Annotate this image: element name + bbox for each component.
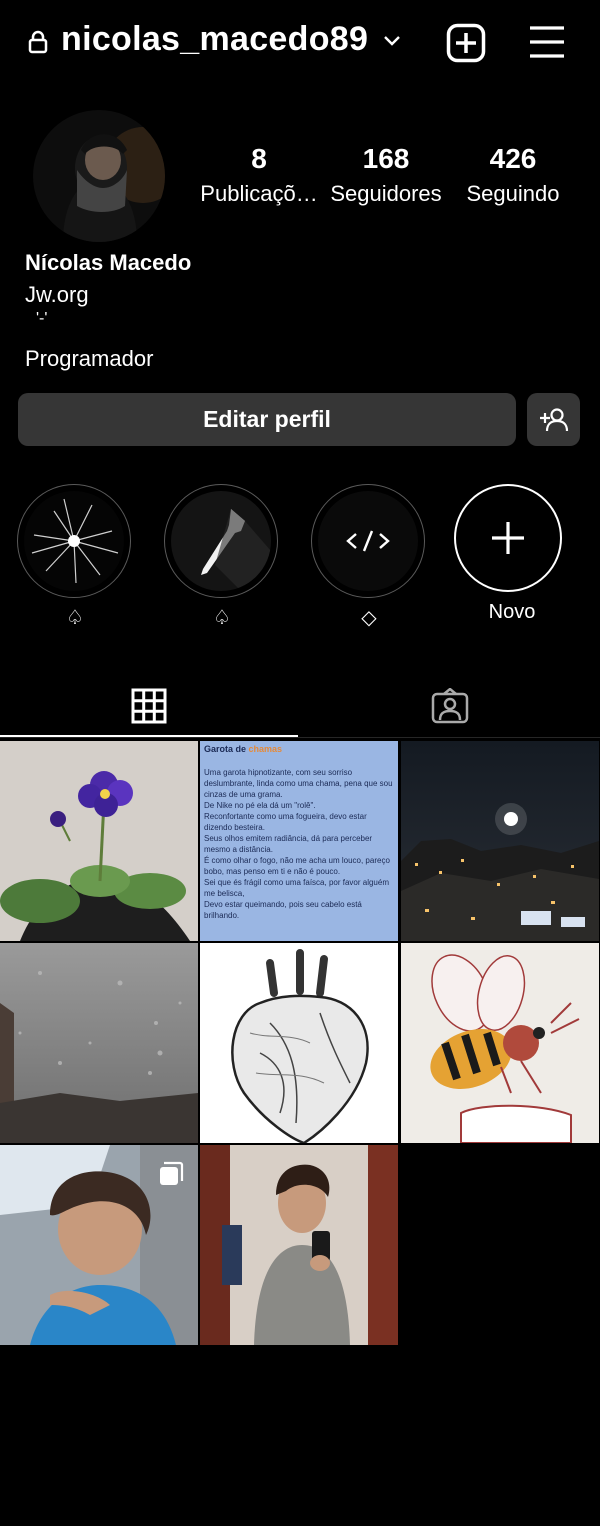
poem-line: Sei que és frágil como uma faísca, por f… (204, 878, 389, 898)
multi-post-icon (158, 1161, 184, 1192)
post-bee-drawing[interactable] (401, 943, 599, 1143)
profile-occupation: Programador (25, 346, 154, 371)
highlight-1-caption: ♤ (66, 607, 84, 629)
edit-profile-button[interactable]: Editar perfil (18, 393, 516, 446)
post-poem[interactable]: Garota de chamas Uma garota hipnotizante… (200, 741, 398, 941)
post-rain-window[interactable] (0, 943, 198, 1143)
add-person-icon (539, 407, 568, 431)
chevron-down-icon[interactable] (382, 32, 402, 50)
profile-website[interactable]: Jw.org (25, 282, 89, 308)
profile-name: Nícolas Macedo (25, 250, 192, 275)
plus-square-icon (446, 23, 486, 63)
pen-nib-thumb (171, 491, 271, 591)
menu-button[interactable] (528, 24, 566, 60)
stat-following[interactable]: 426 Seguindo (460, 143, 566, 207)
lock-icon (28, 30, 48, 54)
code-tag-thumb (318, 491, 418, 591)
create-post-button[interactable] (446, 23, 486, 63)
highlight-3-caption: ◇ (361, 607, 377, 629)
highlight-3[interactable]: ◇ (311, 484, 427, 630)
following-count: 426 (489, 143, 537, 174)
hamburger-menu-icon (530, 26, 564, 58)
tab-grid[interactable] (0, 676, 298, 736)
tab-divider (0, 737, 600, 738)
grid-icon (131, 688, 167, 724)
post-selfie-car[interactable] (0, 1145, 198, 1345)
post-night-city[interactable] (401, 741, 599, 941)
post-mirror-selfie[interactable] (200, 1145, 398, 1345)
posts-label: Publicaçõ… (200, 181, 318, 206)
bio-emoticon: '-' (36, 310, 48, 327)
highlight-2[interactable]: ♤ (164, 484, 280, 630)
highlight-1[interactable]: ♤ (17, 484, 133, 630)
poem-line: Uma garota hipnotizante, com seu sorriso… (204, 768, 393, 799)
tagged-person-icon (431, 688, 469, 724)
new-highlight-button[interactable]: Novo (454, 484, 570, 624)
discover-people-button[interactable] (527, 393, 580, 446)
followers-count: 168 (362, 143, 410, 174)
post-heart-drawing[interactable] (200, 943, 398, 1143)
poem-title: Garota de chamas (204, 744, 283, 754)
stat-posts[interactable]: 8 Publicaçõ… (198, 143, 320, 207)
poem-line: É como olhar o fogo, não me acha um louc… (204, 856, 390, 876)
poem-line: De Nike no pé ela dá um "rolê". (204, 801, 316, 810)
followers-label: Seguidores (330, 181, 442, 206)
plus-icon (492, 522, 524, 554)
tab-tagged[interactable] (300, 676, 600, 736)
profile-username[interactable]: nicolas_macedo89 (61, 20, 368, 59)
new-highlight-caption: Novo (488, 601, 536, 623)
following-label: Seguindo (466, 181, 560, 206)
post-flower[interactable] (0, 741, 198, 941)
poem-line: Reconfortante como uma fogueira, devo es… (204, 812, 367, 832)
stat-followers[interactable]: 168 Seguidores (326, 143, 446, 207)
posts-count: 8 (251, 143, 267, 174)
profile-avatar[interactable] (33, 110, 165, 242)
poem-line: Devo estar queimando, pois seu cabelo es… (204, 900, 362, 920)
poem-line: Seus olhos emitem radiância, dá para per… (204, 834, 373, 854)
highlight-2-caption: ♤ (213, 607, 231, 629)
shattered-glass-thumb (24, 491, 124, 591)
